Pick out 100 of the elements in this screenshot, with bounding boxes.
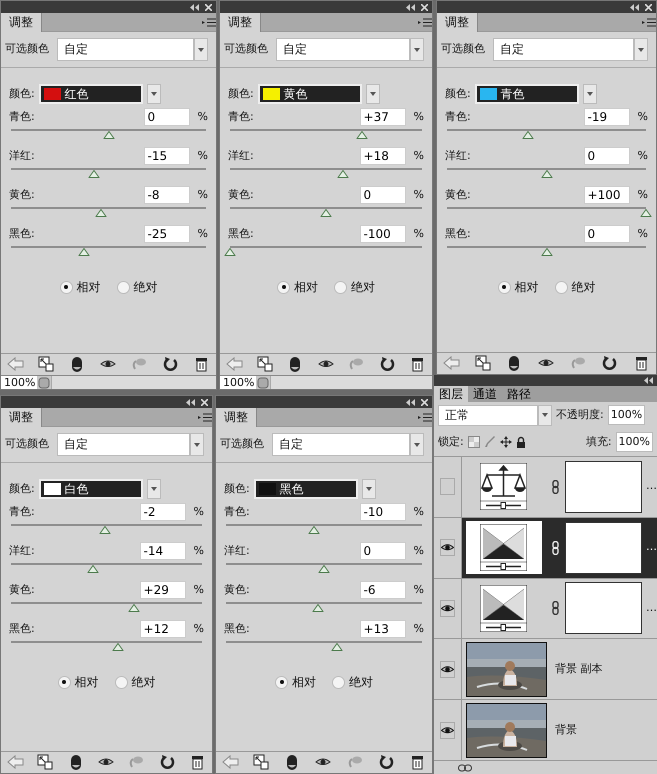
value-field[interactable]: -2 bbox=[140, 503, 186, 521]
slider-thumb[interactable] bbox=[78, 248, 90, 256]
slider-thumb[interactable] bbox=[522, 131, 534, 139]
panel-tab[interactable]: 调整 bbox=[1, 12, 42, 32]
value-field[interactable]: -8 bbox=[144, 186, 190, 204]
value-field[interactable]: 0 bbox=[360, 186, 406, 204]
visibility-toggle[interactable] bbox=[440, 660, 455, 678]
back-arrow-icon[interactable] bbox=[226, 356, 243, 373]
back-arrow-icon[interactable] bbox=[7, 356, 24, 373]
layer-name[interactable]: 背景 副本 bbox=[555, 661, 602, 678]
panel-tab[interactable]: 调整 bbox=[216, 408, 257, 426]
slider-thumb[interactable] bbox=[95, 209, 106, 217]
radio-button[interactable]: 绝对 bbox=[334, 278, 375, 296]
lock-transparency-icon[interactable] bbox=[468, 436, 480, 448]
value-field[interactable]: 0 bbox=[584, 147, 630, 165]
fill-field[interactable]: 100% bbox=[616, 432, 653, 452]
layer-name[interactable]: … bbox=[646, 478, 657, 495]
panel-menu-icon[interactable] bbox=[418, 18, 432, 26]
trash-icon[interactable] bbox=[409, 356, 426, 373]
slider-thumb[interactable] bbox=[112, 643, 124, 651]
collapse-icon[interactable] bbox=[406, 398, 415, 406]
reset-icon[interactable] bbox=[158, 754, 176, 771]
panel-tab[interactable]: 图层 bbox=[434, 386, 468, 402]
value-field[interactable]: +13 bbox=[360, 620, 406, 638]
trash-icon[interactable] bbox=[193, 356, 210, 373]
slider-thumb[interactable] bbox=[318, 565, 330, 573]
dropdown-button[interactable] bbox=[146, 84, 161, 104]
slider-thumb[interactable] bbox=[128, 604, 140, 612]
value-field[interactable]: +18 bbox=[360, 147, 406, 165]
value-field[interactable]: -10 bbox=[360, 503, 406, 521]
slider-thumb[interactable] bbox=[88, 170, 100, 178]
dropdown-button[interactable] bbox=[362, 479, 376, 499]
clip-icon[interactable] bbox=[253, 754, 270, 771]
zoom-field[interactable]: 100% bbox=[1, 376, 37, 389]
layer-row[interactable]: … bbox=[434, 516, 657, 578]
back-arrow-icon[interactable] bbox=[443, 355, 460, 372]
value-field[interactable]: 0 bbox=[144, 108, 190, 126]
panel-menu-icon[interactable] bbox=[202, 18, 216, 26]
reset-icon[interactable] bbox=[378, 356, 396, 373]
panel-tab[interactable]: 调整 bbox=[1, 408, 42, 426]
collapse-icon[interactable] bbox=[186, 398, 195, 406]
value-field[interactable]: -25 bbox=[144, 225, 190, 243]
radio-button[interactable]: 相对 bbox=[60, 278, 100, 296]
blend-mode-dropdown[interactable]: 正常 bbox=[438, 404, 538, 426]
dropdown-button[interactable] bbox=[410, 433, 424, 456]
visibility-toggle[interactable] bbox=[440, 600, 455, 617]
back-arrow-icon[interactable] bbox=[7, 754, 24, 771]
slider-thumb[interactable] bbox=[308, 526, 320, 534]
value-field[interactable]: -15 bbox=[144, 147, 190, 165]
slider-thumb[interactable] bbox=[99, 526, 110, 534]
radio-button[interactable]: 相对 bbox=[277, 278, 318, 296]
clip-icon[interactable] bbox=[474, 355, 492, 372]
collapse-icon[interactable] bbox=[644, 376, 653, 384]
reset-icon[interactable] bbox=[601, 355, 618, 372]
reset-icon[interactable] bbox=[378, 754, 395, 771]
layer-name[interactable]: 背景 bbox=[555, 722, 577, 738]
value-field[interactable]: -6 bbox=[360, 581, 406, 599]
close-icon[interactable] bbox=[421, 398, 428, 406]
preset-dropdown[interactable]: 自定 bbox=[493, 38, 634, 61]
radio-button[interactable]: 绝对 bbox=[332, 673, 373, 691]
value-field[interactable]: 0 bbox=[360, 542, 406, 560]
value-field[interactable]: -19 bbox=[584, 108, 630, 126]
dropdown-button[interactable] bbox=[366, 84, 380, 104]
radio-button[interactable]: 相对 bbox=[275, 673, 316, 691]
layer-row[interactable]: … bbox=[434, 578, 657, 638]
layer-row[interactable]: … bbox=[434, 456, 657, 517]
dropdown-button[interactable] bbox=[538, 404, 552, 426]
clip-icon[interactable] bbox=[38, 356, 55, 373]
value-field[interactable]: +37 bbox=[360, 108, 406, 126]
back-arrow-icon[interactable] bbox=[222, 754, 239, 771]
clip-icon[interactable] bbox=[37, 754, 54, 771]
reset-icon[interactable] bbox=[162, 356, 179, 373]
color-dropdown[interactable]: 黑色 bbox=[254, 479, 358, 499]
scrollbar[interactable] bbox=[51, 376, 216, 389]
slider-thumb[interactable] bbox=[331, 643, 342, 651]
value-field[interactable]: +29 bbox=[140, 581, 186, 599]
slider-thumb[interactable] bbox=[338, 170, 349, 178]
panel-menu-icon[interactable] bbox=[198, 412, 212, 422]
visibility-toggle[interactable] bbox=[440, 539, 455, 556]
link-layers-icon[interactable] bbox=[458, 764, 472, 772]
close-icon[interactable] bbox=[645, 4, 652, 10]
preset-dropdown[interactable]: 自定 bbox=[276, 38, 410, 61]
radio-button[interactable]: 绝对 bbox=[554, 278, 596, 296]
layer-name[interactable]: … bbox=[646, 539, 657, 556]
slider-thumb[interactable] bbox=[320, 209, 332, 217]
zoom-field[interactable]: 100% bbox=[220, 376, 256, 389]
radio-button[interactable]: 相对 bbox=[58, 673, 98, 691]
close-icon[interactable] bbox=[205, 4, 212, 10]
layer-row[interactable]: 背景 副本 bbox=[434, 638, 657, 700]
radio-button[interactable]: 相对 bbox=[498, 278, 538, 296]
preset-dropdown[interactable]: 自定 bbox=[272, 433, 410, 456]
value-field[interactable]: -14 bbox=[140, 542, 186, 560]
preset-dropdown[interactable]: 自定 bbox=[57, 38, 194, 61]
color-dropdown[interactable]: 黄色 bbox=[258, 84, 362, 104]
visibility-toggle[interactable] bbox=[440, 722, 455, 739]
panel-tab[interactable]: 调整 bbox=[220, 12, 261, 32]
move-icon[interactable] bbox=[500, 436, 512, 448]
color-dropdown[interactable]: 白色 bbox=[38, 479, 143, 499]
slider-thumb[interactable] bbox=[541, 170, 552, 178]
dropdown-button[interactable] bbox=[634, 38, 648, 61]
